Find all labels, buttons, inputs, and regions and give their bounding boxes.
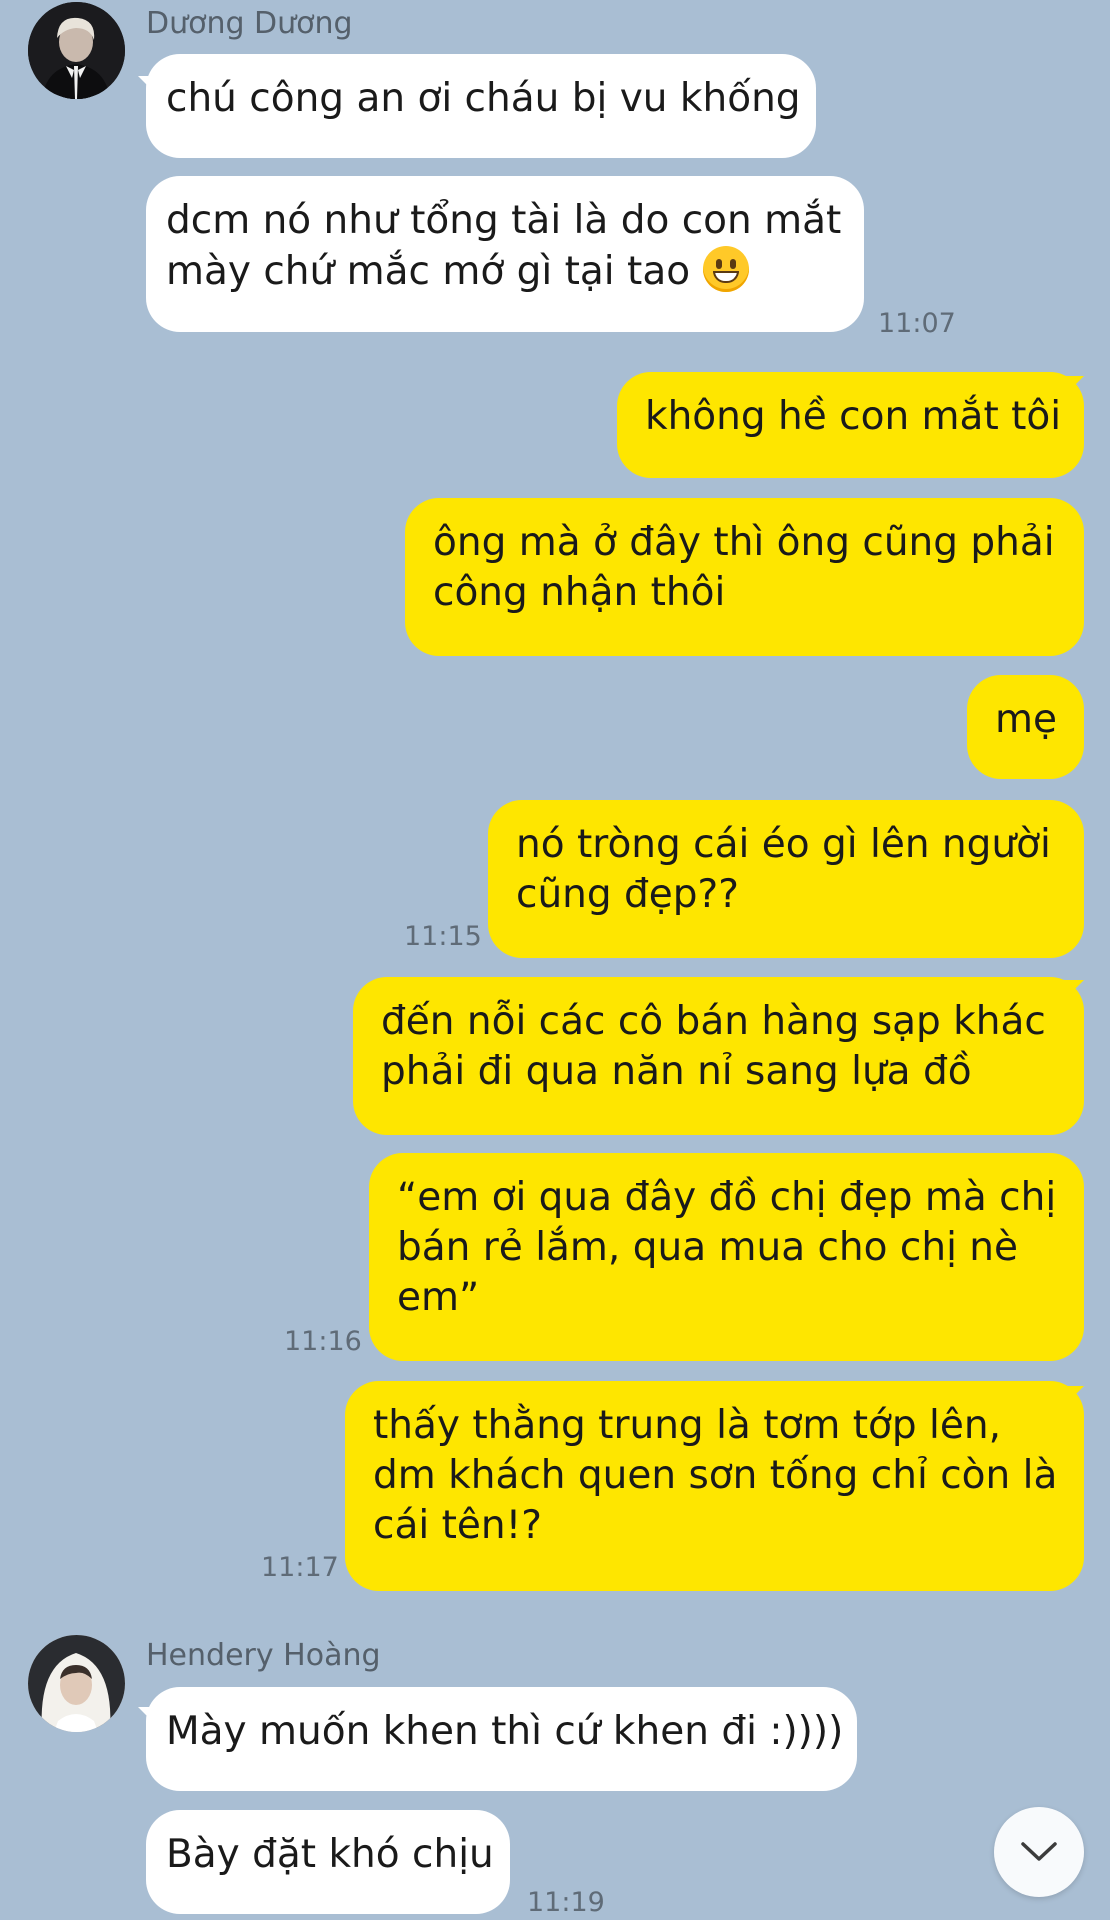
message-bubble-outgoing[interactable]: thấy thằng trung là tơm tớp lên, dm khác…: [345, 1381, 1084, 1591]
message-text: ông mà ở đây thì ông cũng phải: [433, 520, 1055, 565]
timestamp: 11:17: [261, 1552, 339, 1583]
message-bubble-incoming[interactable]: chú công an ơi cháu bị vu khống: [146, 54, 816, 158]
message-text: nó tròng cái éo gì lên người: [516, 822, 1051, 867]
message-text: thấy thằng trung là tơm tớp lên,: [373, 1403, 1001, 1448]
message-text: dm khách quen sơn tống chỉ còn là: [373, 1453, 1058, 1498]
message-text: “em ơi qua đây đồ chị đẹp mà chị: [397, 1175, 1057, 1220]
message-bubble-outgoing[interactable]: mẹ: [967, 675, 1084, 779]
timestamp: 11:16: [284, 1326, 362, 1357]
message-bubble-outgoing[interactable]: không hề con mắt tôi: [617, 372, 1084, 478]
message-bubble-outgoing[interactable]: ông mà ở đây thì ông cũng phải công nhận…: [405, 498, 1084, 656]
message-text: bán rẻ lắm, qua mua cho chị nè: [397, 1225, 1019, 1270]
avatar-duong-duong[interactable]: [28, 2, 125, 99]
message-text-with-emoji: mày chứ mắc mớ gì tại tao: [166, 246, 840, 297]
message-text: cái tên!?: [373, 1503, 542, 1548]
message-bubble-outgoing[interactable]: đến nỗi các cô bán hàng sạp khác phải đi…: [353, 977, 1084, 1135]
scroll-to-bottom-button[interactable]: [994, 1807, 1084, 1897]
message-text: không hề con mắt tôi: [645, 394, 1062, 439]
timestamp: 11:07: [878, 308, 956, 339]
message-bubble-outgoing[interactable]: “em ơi qua đây đồ chị đẹp mà chị bán rẻ …: [369, 1153, 1084, 1361]
message-text: chú công an ơi cháu bị vu khống: [166, 76, 801, 121]
message-text: Bày đặt khó chịu: [166, 1832, 494, 1877]
message-text: mẹ: [995, 697, 1057, 742]
message-text: công nhận thôi: [433, 570, 726, 615]
message-bubble-incoming[interactable]: Mày muốn khen thì cứ khen đi :)))): [146, 1687, 857, 1791]
message-text: Mày muốn khen thì cứ khen đi :)))): [166, 1709, 844, 1754]
message-bubble-incoming[interactable]: dcm nó như tổng tài là do con mắt mày ch…: [146, 176, 864, 332]
sender-name: Hendery Hoàng: [146, 1638, 381, 1673]
chevron-down-icon: [1021, 1842, 1057, 1861]
grinning-face-emoji: [702, 246, 749, 292]
message-text: phải đi qua năn nỉ sang lựa đồ: [381, 1049, 972, 1094]
message-bubble-outgoing[interactable]: nó tròng cái éo gì lên người cũng đẹp??: [488, 800, 1084, 958]
message-text: cũng đẹp??: [516, 872, 739, 917]
avatar-hendery-hoang[interactable]: [28, 1635, 125, 1732]
message-text: em”: [397, 1275, 480, 1320]
timestamp: 11:15: [404, 921, 482, 952]
sender-name: Dương Dương: [146, 6, 353, 41]
message-bubble-incoming[interactable]: Bày đặt khó chịu: [146, 1810, 510, 1914]
message-text: đến nỗi các cô bán hàng sạp khác: [381, 999, 1046, 1044]
message-text: dcm nó như tổng tài là do con mắt: [166, 198, 842, 243]
message-text: mày chứ mắc mớ gì tại tao: [166, 249, 691, 294]
timestamp: 11:19: [527, 1887, 605, 1918]
